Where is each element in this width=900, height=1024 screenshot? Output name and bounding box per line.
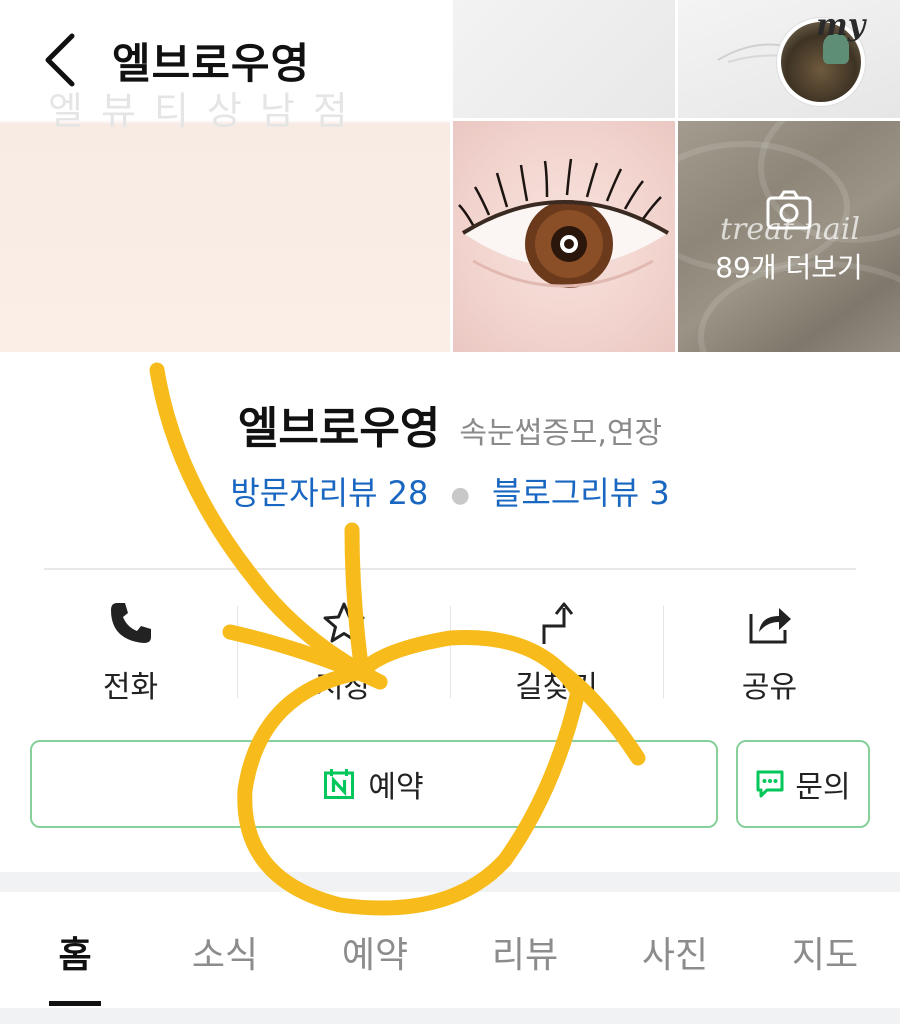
tab-news[interactable]: 소식 bbox=[150, 892, 300, 1010]
photo-overlay-watermark: treat nail bbox=[719, 212, 861, 247]
shop-title-line: 엘브로우영 속눈썹증모,연장 bbox=[0, 392, 900, 456]
tab-photos[interactable]: 사진 bbox=[600, 892, 750, 1010]
top-bar: 엘브로우영 엘뷰티상남점 bbox=[0, 0, 450, 133]
tab-map[interactable]: 지도 bbox=[750, 892, 900, 1010]
tab-bar: 홈 소식 예약 리뷰 사진 지도 bbox=[0, 892, 900, 1010]
save-button[interactable]: 저장 bbox=[237, 600, 450, 705]
directions-icon bbox=[542, 602, 573, 644]
share-icon bbox=[749, 608, 791, 644]
directions-button[interactable]: 길찾기 bbox=[450, 600, 663, 705]
more-photos-link[interactable]: 89개 더보기 bbox=[678, 246, 900, 286]
share-button[interactable]: 공유 bbox=[663, 600, 876, 705]
chat-bubble-icon bbox=[756, 770, 784, 798]
separator-dot: ● bbox=[450, 482, 470, 508]
reserve-button[interactable]: 예약 bbox=[30, 740, 718, 828]
call-label: 전화 bbox=[102, 670, 159, 705]
photo-watermark-text: 엘뷰티상남점 bbox=[48, 89, 366, 133]
divider bbox=[44, 568, 856, 570]
directions-label: 길찾기 bbox=[515, 670, 598, 705]
star-icon bbox=[323, 602, 364, 643]
share-label: 공유 bbox=[741, 670, 798, 705]
photo-header: 엘브로우영 엘뷰티상남점 my treat nail 89개 더보기 bbox=[0, 0, 900, 352]
shop-name: 엘브로우영 bbox=[237, 403, 441, 454]
blog-reviews-link[interactable]: 블로그리뷰 3 bbox=[492, 474, 670, 512]
shop-category: 속눈썹증모,연장 bbox=[459, 416, 663, 451]
phone-icon bbox=[110, 603, 151, 643]
action-row: 전화 저장 길찾기 공유 bbox=[24, 600, 876, 705]
reserve-label: 예약 bbox=[368, 770, 424, 805]
review-links: 방문자리뷰 28 ● 블로그리뷰 3 bbox=[0, 468, 900, 514]
eye-illustration bbox=[458, 158, 670, 288]
inquiry-label: 문의 bbox=[795, 770, 851, 805]
tab-booking[interactable]: 예약 bbox=[300, 892, 450, 1010]
photo-thumb-1[interactable] bbox=[453, 0, 675, 118]
eyelash-photo[interactable] bbox=[453, 121, 675, 352]
my-label: my bbox=[816, 8, 866, 43]
save-label: 저장 bbox=[315, 670, 372, 705]
tab-home[interactable]: 홈 bbox=[0, 892, 150, 1010]
visitor-reviews-link[interactable]: 방문자리뷰 28 bbox=[230, 474, 428, 512]
inquiry-button[interactable]: 문의 bbox=[736, 740, 870, 828]
tab-reviews[interactable]: 리뷰 bbox=[450, 892, 600, 1010]
section-separator bbox=[0, 872, 900, 892]
naver-booking-icon bbox=[324, 769, 355, 799]
call-button[interactable]: 전화 bbox=[24, 600, 237, 705]
bottom-separator bbox=[0, 1008, 900, 1024]
